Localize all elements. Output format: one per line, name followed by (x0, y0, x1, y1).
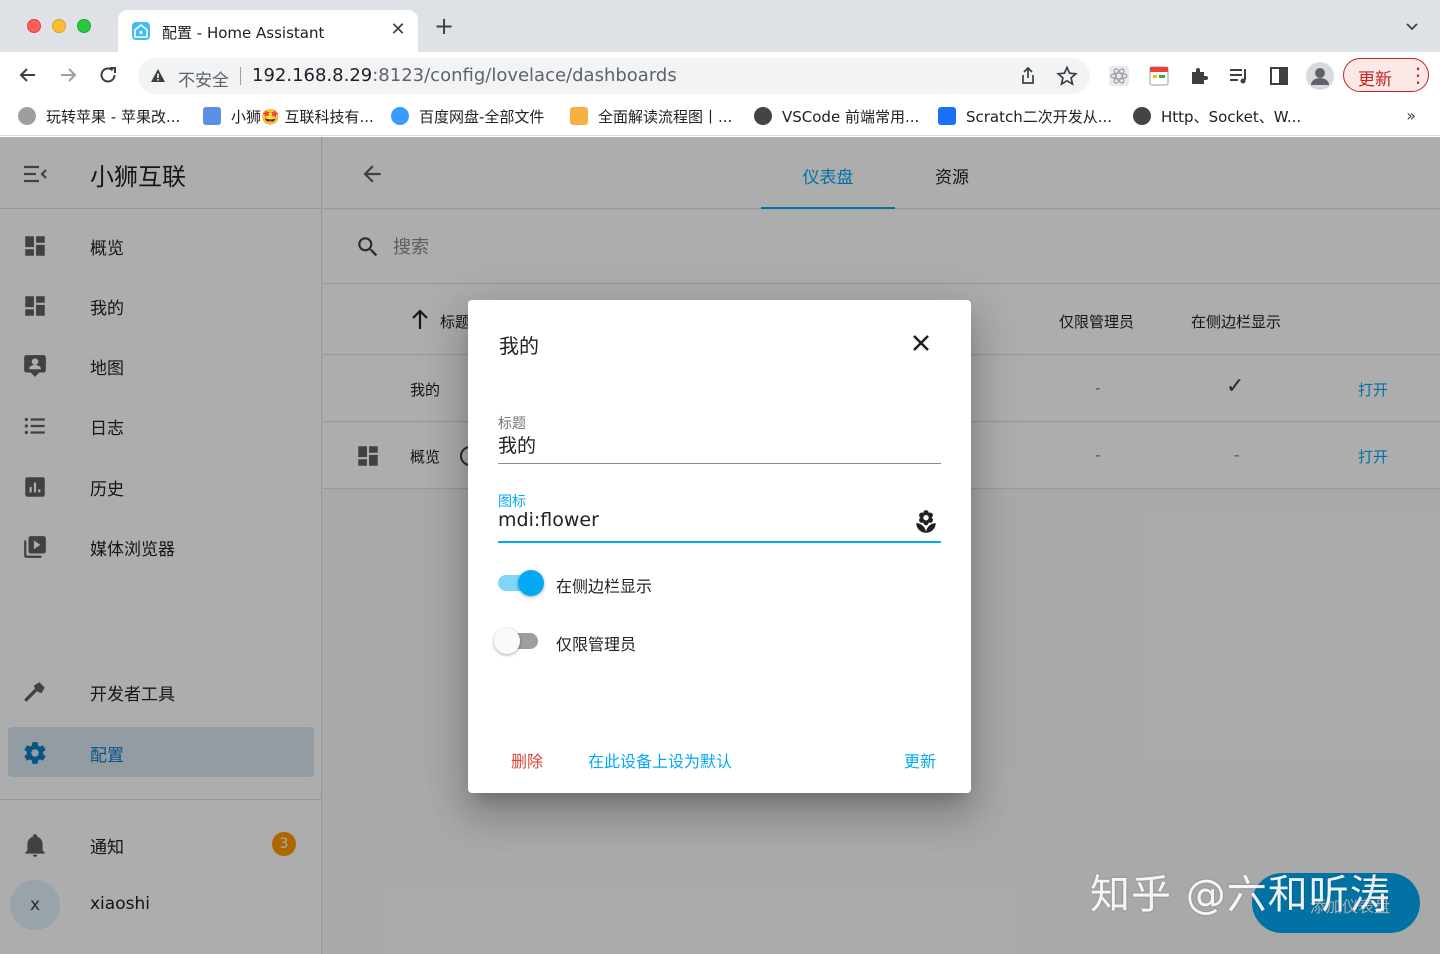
require-admin-toggle[interactable]: 仅限管理员 (494, 626, 798, 656)
bookmark-item[interactable]: Http、Socket、W... (1133, 106, 1301, 126)
back-arrow-icon[interactable] (17, 64, 39, 86)
url-text[interactable]: 192.168.8.29:8123/config/lovelace/dashbo… (252, 65, 677, 86)
bookmark-favicon-icon (391, 107, 409, 125)
browser-tab-active[interactable]: 配置 - Home Assistant ✕ (118, 10, 418, 52)
share-icon[interactable] (1018, 66, 1038, 90)
forward-arrow-icon[interactable] (57, 64, 79, 86)
window-minimize-button[interactable] (52, 19, 66, 33)
profile-avatar-icon[interactable] (1306, 62, 1334, 90)
media-queue-icon[interactable] (1228, 65, 1250, 87)
zhihu-watermark: 知乎 @六和听涛 (1090, 872, 1391, 918)
title-field-underline (498, 463, 941, 464)
switch-thumb[interactable] (518, 570, 544, 596)
window-zoom-button[interactable] (77, 19, 91, 33)
bookmark-item[interactable]: Scratch二次开发从... (938, 106, 1112, 126)
bookmark-item[interactable]: 玩转苹果 - 苹果改... (18, 106, 180, 126)
bookmark-favicon-icon (754, 107, 772, 125)
title-field-label: 标题 (498, 416, 526, 432)
reload-icon[interactable] (97, 64, 119, 86)
bookmarks-overflow-button[interactable]: » (1406, 106, 1416, 125)
browser-tab-bar: 配置 - Home Assistant ✕ + (0, 0, 1440, 52)
kebab-menu-icon[interactable]: ⋮ (1408, 61, 1428, 89)
bookmark-item[interactable]: 百度网盘-全部文件 (391, 106, 544, 126)
side-panel-icon[interactable] (1268, 65, 1290, 87)
browser-update-button[interactable]: 更新 ⋮ (1343, 58, 1429, 92)
flower-icon (913, 509, 939, 539)
show-in-sidebar-toggle[interactable]: 在侧边栏显示 (498, 568, 798, 598)
bookmark-item[interactable]: VSCode 前端常用... (754, 106, 919, 126)
dialog-title: 我的 (499, 334, 539, 358)
bookmark-favicon-icon (203, 107, 221, 125)
show-in-sidebar-label: 在侧边栏显示 (556, 577, 653, 596)
new-tab-button[interactable]: + (434, 14, 454, 38)
extensions-puzzle-icon[interactable] (1188, 65, 1210, 87)
tab-title: 配置 - Home Assistant (162, 24, 325, 42)
calendar-extension-icon[interactable] (1148, 65, 1170, 87)
bookmark-favicon-icon (18, 107, 36, 125)
warning-triangle-icon[interactable] (150, 68, 166, 88)
omnibox-divider (240, 67, 241, 85)
bookmark-favicon-icon (938, 107, 956, 125)
title-field-input[interactable]: 我的 (498, 431, 898, 458)
delete-button[interactable]: 删除 (511, 748, 543, 772)
bookmark-item[interactable]: 小狮🤩 互联科技有... (203, 106, 374, 126)
window-close-button[interactable] (27, 19, 41, 33)
switch-thumb[interactable] (494, 628, 520, 654)
icon-field-label: 图标 (498, 494, 526, 510)
tab-close-icon[interactable]: ✕ (388, 20, 408, 40)
browser-toolbar: 不安全 192.168.8.29:8123/config/lovelace/da… (0, 52, 1440, 98)
security-status-label[interactable]: 不安全 (178, 66, 229, 91)
address-bar[interactable]: 不安全 192.168.8.29:8123/config/lovelace/da… (138, 58, 1090, 94)
require-admin-label: 仅限管理员 (556, 635, 637, 654)
bookmark-favicon-icon (1133, 107, 1151, 125)
react-devtools-extension-icon[interactable] (1108, 65, 1130, 87)
set-default-button[interactable]: 在此设备上设为默认 (588, 748, 732, 772)
icon-field-underline (498, 541, 941, 543)
bookmark-favicon-icon (570, 107, 588, 125)
update-button[interactable]: 更新 (904, 748, 936, 772)
close-icon[interactable] (906, 328, 936, 358)
tab-search-chevron-icon[interactable] (1404, 18, 1420, 38)
home-assistant-favicon-icon (132, 22, 150, 40)
icon-field-input[interactable]: mdi:flower (498, 509, 898, 531)
bookmark-item[interactable]: 全面解读流程图丨... (570, 106, 732, 126)
bookmark-star-icon[interactable] (1056, 65, 1078, 91)
bookmarks-bar: 玩转苹果 - 苹果改... 小狮🤩 互联科技有... 百度网盘-全部文件 全面解… (0, 98, 1440, 136)
dashboard-detail-dialog: 我的 标题 我的 图标 mdi:flower 在侧边栏显示 仅限管理员 删除 在… (468, 300, 971, 793)
